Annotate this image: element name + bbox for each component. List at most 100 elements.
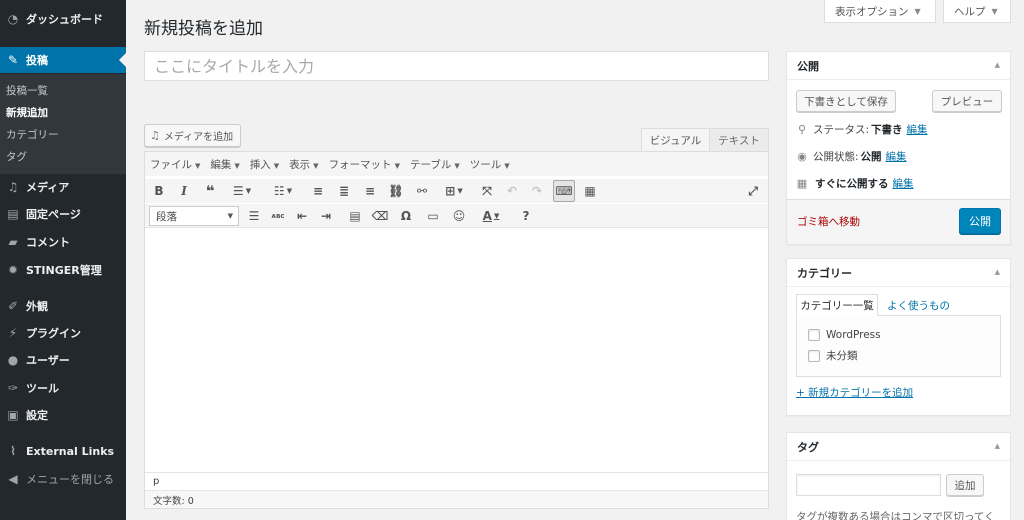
numbered-list-icon[interactable]: ☷ ▼ [266, 180, 300, 202]
chevron-up-icon[interactable]: ▲ [995, 268, 1000, 276]
tag-input[interactable] [796, 474, 941, 496]
user-icon: ● [7, 353, 19, 367]
menu-dashboard[interactable]: ◔ ダッシュボード [0, 6, 126, 32]
list-item[interactable]: 未分類 [808, 348, 858, 363]
blockquote-icon[interactable]: ❝ [199, 180, 221, 202]
publish-button[interactable]: 公開 [959, 208, 1001, 234]
undo-icon[interactable]: ↶ [501, 180, 523, 202]
menu-collapse-label: メニューを閉じる [26, 473, 114, 486]
align-left-icon[interactable]: ≡ [307, 180, 329, 202]
editor-content-area[interactable] [145, 230, 768, 472]
text-color-icon[interactable]: A ▼ [474, 205, 508, 227]
edit-schedule-link[interactable]: 編集 [893, 176, 914, 191]
category-checkbox[interactable] [808, 329, 820, 341]
preview-button[interactable]: プレビュー [932, 90, 1002, 112]
menu-pages[interactable]: ▤ 固定ページ [0, 201, 126, 227]
chevron-up-icon[interactable]: ▲ [995, 61, 1000, 69]
menubar-insert[interactable]: 挿入 ▼ [250, 157, 279, 172]
menubar-table[interactable]: テーブル ▼ [410, 157, 460, 172]
help-icon[interactable]: ? [515, 205, 537, 227]
page-break-icon[interactable]: ▭ [422, 205, 444, 227]
visibility-row: ◉ 公開状態: 公開 編集 [795, 149, 907, 164]
menu-media[interactable]: ♫ メディア [0, 174, 126, 200]
redo-icon[interactable]: ↷ [526, 180, 548, 202]
format-select[interactable]: 段落 ▼ [149, 206, 239, 226]
align-right-icon[interactable]: ≡ [359, 180, 381, 202]
menu-tools[interactable]: ✑ ツール [0, 375, 126, 401]
media-icon: ♫ [7, 180, 19, 194]
menu-users[interactable]: ● ユーザー [0, 347, 126, 373]
screen-options-tab[interactable]: 表示オプション ▼ [824, 0, 936, 23]
menu-external-links[interactable]: ⌇ External Links [0, 438, 126, 464]
submenu-all-posts[interactable]: 投稿一覧 [6, 83, 48, 98]
eraser-icon[interactable]: ⌫ [369, 205, 391, 227]
help-tab[interactable]: ヘルプ ▼ [943, 0, 1011, 23]
menubar-tools[interactable]: ツール ▼ [470, 157, 510, 172]
align-center-icon[interactable]: ≣ [333, 180, 355, 202]
strikethrough-icon[interactable]: ᴀʙᴄ [267, 205, 289, 227]
horizontal-line-icon[interactable]: ☰ [243, 205, 265, 227]
publish-box-header[interactable]: 公開 ▲ [787, 52, 1010, 80]
indent-icon[interactable]: ⇥ [315, 205, 337, 227]
special-character-icon[interactable]: Ω [395, 205, 417, 227]
chevron-down-icon: ▼ [234, 161, 240, 170]
brush-icon: ✐ [7, 299, 19, 313]
menu-tools-label: ツール [26, 382, 59, 395]
tab-visual[interactable]: ビジュアル [641, 128, 710, 151]
chevron-up-icon[interactable]: ▲ [995, 442, 1000, 450]
category-box: カテゴリー ▲ カテゴリー一覧 よく使うもの WordPress 未分類 + 新… [786, 258, 1011, 416]
settings-icon: ▣ [7, 408, 19, 422]
tag-box-header[interactable]: タグ ▲ [787, 433, 1010, 461]
menu-comments[interactable]: ▰ コメント [0, 229, 126, 255]
bold-icon[interactable]: B [148, 180, 170, 202]
chevron-down-icon: ▼ [914, 6, 921, 16]
pin-icon: ✎ [7, 53, 19, 67]
tab-text[interactable]: テキスト [710, 128, 769, 151]
menubar-file[interactable]: ファイル ▼ [150, 157, 200, 172]
menu-collapse[interactable]: ◀ メニューを閉じる [0, 466, 126, 492]
emoticon-icon[interactable]: ☺ [448, 205, 470, 227]
paste-text-icon[interactable]: ▤ [344, 205, 366, 227]
menubar-tools-label: ツール [469, 158, 502, 171]
submenu-tags[interactable]: タグ [6, 149, 27, 164]
link-icon[interactable]: ⛓ [385, 180, 407, 202]
italic-icon[interactable]: I [173, 180, 195, 202]
edit-visibility-link[interactable]: 編集 [886, 149, 907, 164]
submenu-categories[interactable]: カテゴリー [6, 127, 59, 142]
add-tag-button[interactable]: 追加 [946, 474, 984, 496]
menu-external-links-label: External Links [26, 444, 115, 458]
menubar-format[interactable]: フォーマット ▼ [329, 157, 400, 172]
keyboard-icon[interactable]: ⌨ [553, 180, 575, 202]
screen-options-label: 表示オプション [835, 5, 909, 18]
list-item[interactable]: WordPress [808, 329, 881, 341]
table-icon[interactable]: ⊞ ▼ [437, 180, 471, 202]
edit-status-link[interactable]: 編集 [907, 122, 928, 137]
add-new-category-link[interactable]: + 新規カテゴリーを追加 [796, 385, 913, 400]
submenu-add-new[interactable]: 新規追加 [6, 105, 48, 120]
fullscreen-icon[interactable]: ⤧ [476, 180, 498, 202]
visibility-value: 公開 [860, 151, 882, 163]
menu-settings[interactable]: ▣ 設定 [0, 402, 126, 428]
tab-most-used[interactable]: よく使うもの [887, 294, 950, 316]
post-title-input[interactable] [144, 51, 769, 81]
tab-all-categories[interactable]: カテゴリー一覧 [796, 294, 878, 316]
category-box-header[interactable]: カテゴリー ▲ [787, 259, 1010, 287]
toolbar-toggle-icon[interactable]: ▦ [579, 180, 601, 202]
menu-plugins[interactable]: ⚡ プラグイン [0, 320, 126, 346]
menubar-view[interactable]: 表示 ▼ [289, 157, 318, 172]
menu-posts[interactable]: ✎ 投稿 [0, 47, 126, 73]
menu-appearance[interactable]: ✐ 外観 [0, 293, 126, 319]
category-box-title: カテゴリー [797, 266, 852, 280]
move-to-trash-link[interactable]: ゴミ箱へ移動 [797, 214, 860, 229]
distraction-free-icon[interactable]: ⤢ [742, 180, 764, 202]
menu-media-label: メディア [26, 181, 70, 194]
add-media-button[interactable]: ♫ メディアを追加 [144, 124, 242, 147]
category-checkbox[interactable] [808, 349, 820, 362]
unlink-icon[interactable]: ⚯ [411, 180, 433, 202]
save-draft-button[interactable]: 下書きとして保存 [796, 90, 896, 112]
menubar-table-label: テーブル [409, 158, 452, 171]
outdent-icon[interactable]: ⇤ [291, 205, 313, 227]
bullet-list-icon[interactable]: ☰ ▼ [225, 180, 259, 202]
menubar-edit[interactable]: 編集 ▼ [210, 157, 239, 172]
menu-stinger[interactable]: ✹ STINGER管理 [0, 257, 126, 283]
